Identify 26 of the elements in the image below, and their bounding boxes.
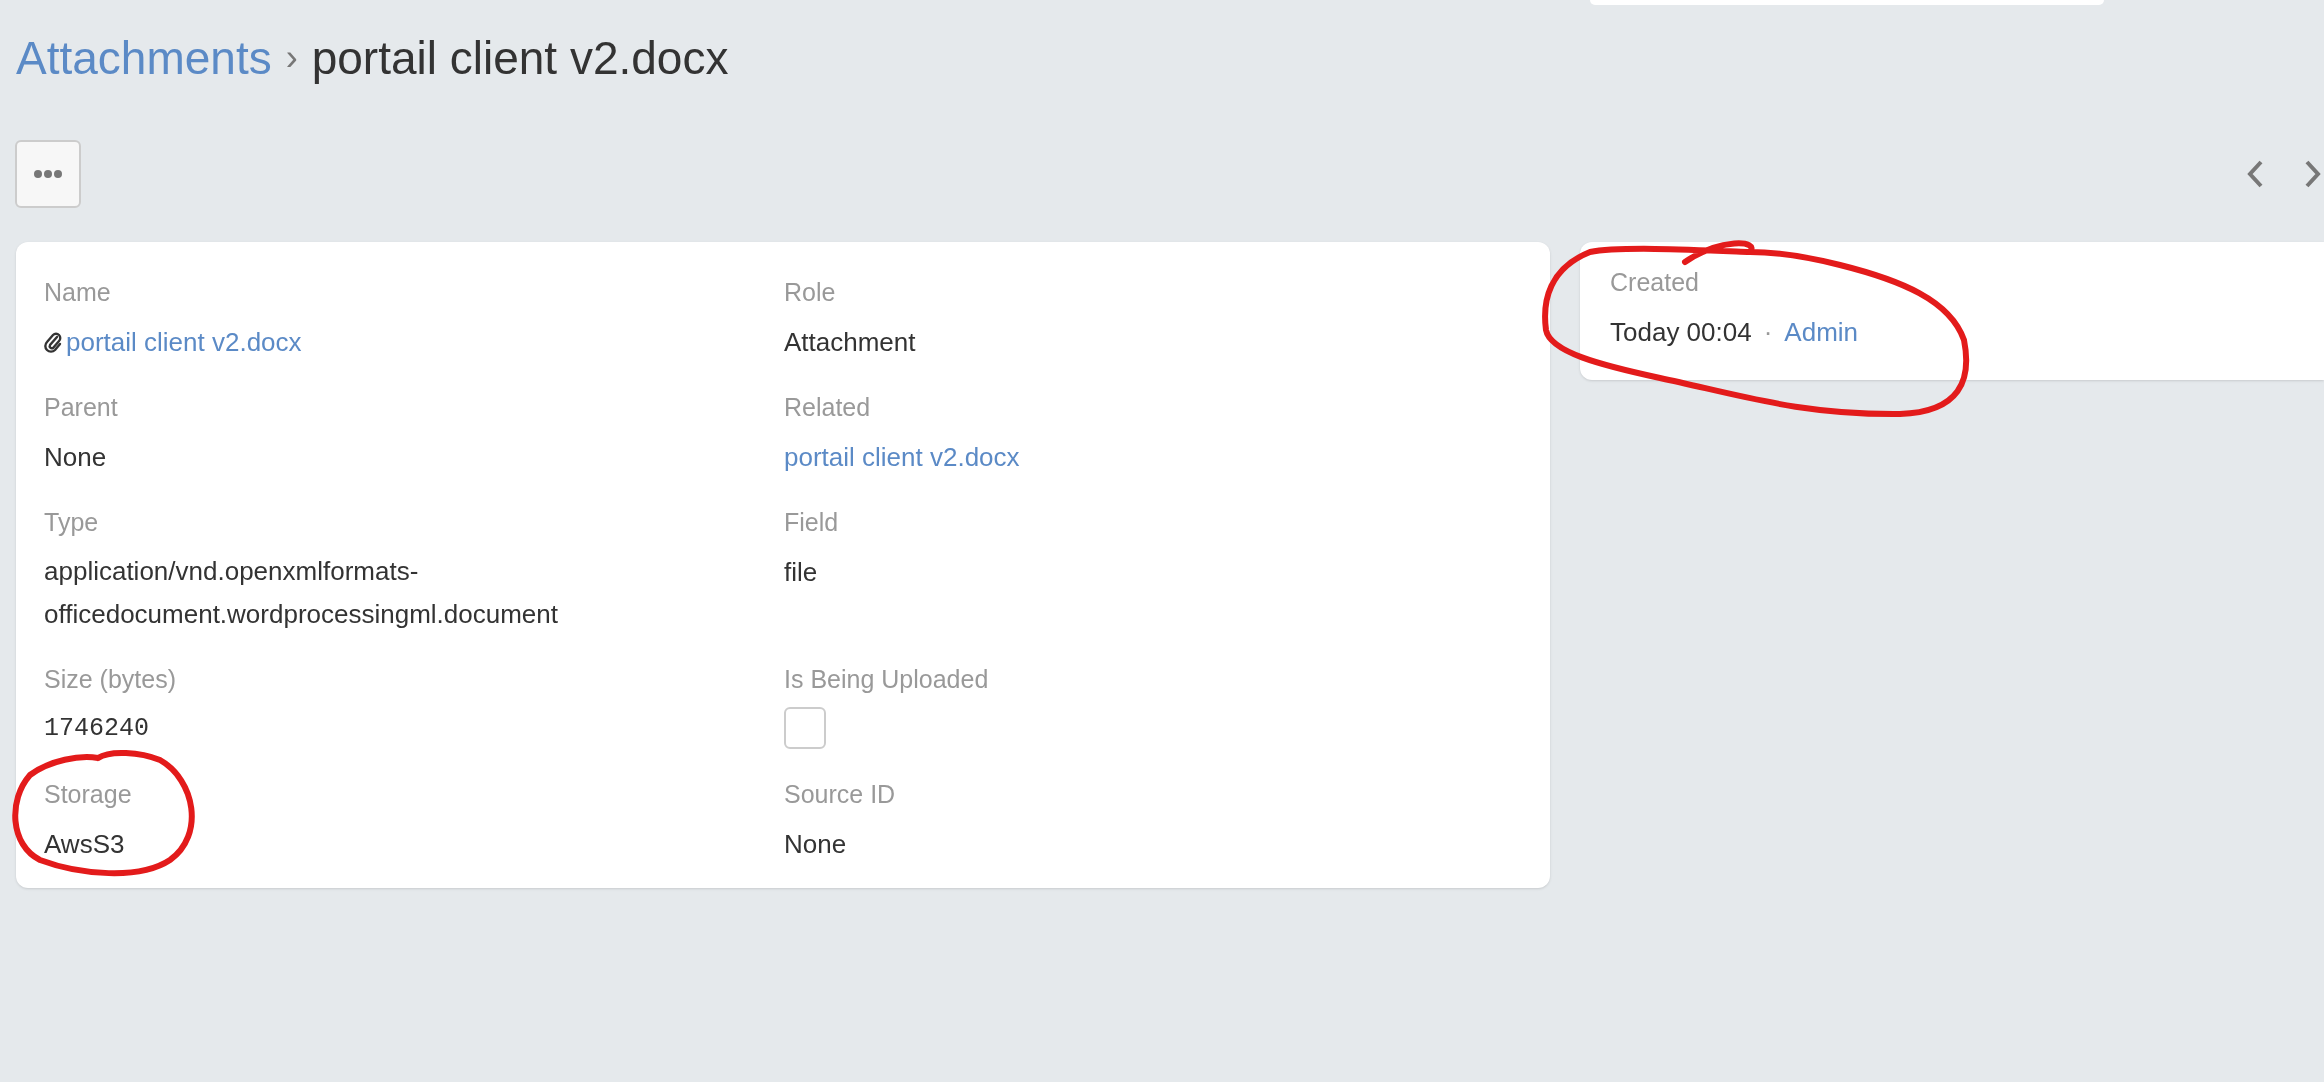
file-link[interactable]: portail client v2.docx: [66, 320, 302, 364]
field-value: Today 00:04: [1610, 316, 1752, 349]
user-link[interactable]: Admin: [1784, 310, 1859, 354]
field-value: None: [784, 828, 847, 861]
field-value: AwsS3: [44, 828, 125, 861]
breadcrumb-separator: ›: [285, 36, 298, 80]
field-value: application/vnd.openxmlformats- officedocument.wordprocessingml.document: [44, 555, 558, 631]
field-label: Field: [784, 507, 840, 538]
field-value: Attachment: [784, 326, 916, 359]
field-value: 1746240: [44, 713, 150, 745]
field-label: Created: [1610, 267, 1700, 298]
field-value: file: [784, 556, 818, 589]
breadcrumb-link[interactable]: Attachments: [16, 23, 272, 93]
separator-dot: ·: [1763, 316, 1773, 349]
field-label: Parent: [44, 392, 119, 423]
field-label: Storage: [44, 779, 133, 810]
field-label: Source ID: [784, 779, 897, 810]
field-label: Name: [44, 277, 112, 308]
field-label: Related: [784, 392, 872, 423]
field-label: Size (bytes): [44, 664, 177, 695]
page-title: portail client v2.docx: [311, 30, 729, 86]
field-label: Type: [44, 507, 100, 538]
field-label: Role: [784, 277, 837, 308]
field-label: Is Being Uploaded: [784, 664, 990, 695]
record-link[interactable]: portail client v2.docx: [784, 435, 1020, 479]
field-value: None: [44, 441, 107, 474]
